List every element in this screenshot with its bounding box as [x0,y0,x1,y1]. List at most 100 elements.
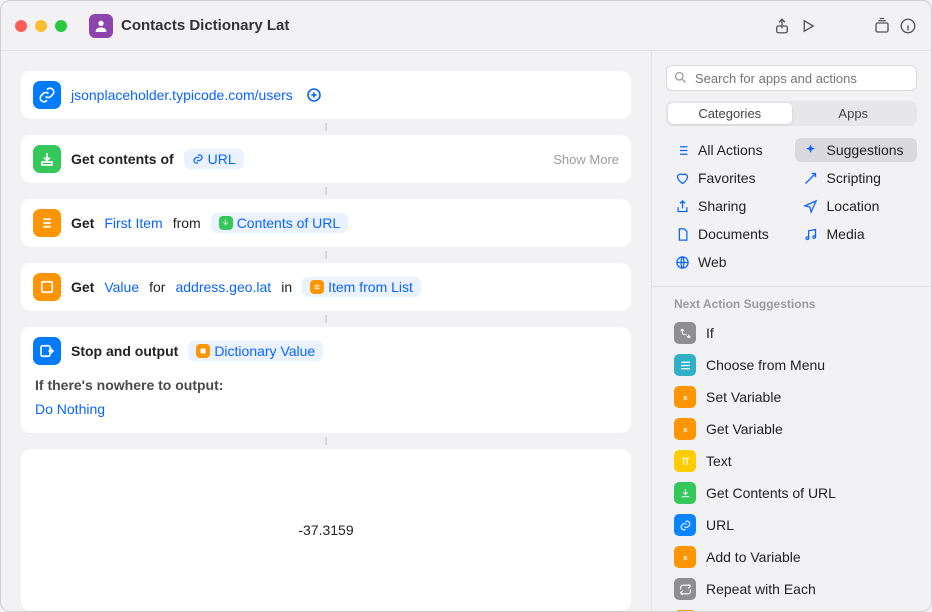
link-icon [674,514,696,536]
globe-icon [674,254,690,270]
download-mini-icon [219,216,233,230]
sparkle-icon [803,142,819,158]
url-action-card[interactable]: jsonplaceholder.typicode.com/users [21,71,631,119]
suggestions-header: Next Action Suggestions [652,286,931,317]
dictionary-mini-icon [196,344,210,358]
category-sharing[interactable]: Sharing [666,194,789,218]
window-traffic-lights [15,20,67,32]
search-input[interactable] [666,65,917,91]
download-icon [674,482,696,504]
output-value: -37.3159 [298,522,353,538]
list-bullet-icon [674,142,690,158]
output-panel: -37.3159 [21,449,631,611]
suggestion-item[interactable]: x Get Variable [662,413,921,445]
suggestion-item[interactable]: Choose from Menu [662,349,921,381]
var-icon: x [674,418,696,440]
suggestion-item[interactable]: x Set Variable [662,381,921,413]
category-suggestions[interactable]: Suggestions [795,138,918,162]
item-from-list-token[interactable]: Item from List [302,277,421,297]
suggestion-item[interactable]: Repeat with Each [662,573,921,605]
category-media[interactable]: Media [795,222,918,246]
text-icon [674,450,696,472]
url-value[interactable]: jsonplaceholder.typicode.com/users [71,87,293,103]
wand-icon [803,170,819,186]
value-selector[interactable]: Value [104,279,139,295]
suggestion-label: Text [706,453,732,469]
nowhere-to-output-label: If there's nowhere to output: [33,371,225,395]
category-scripting[interactable]: Scripting [795,166,918,190]
add-url-button[interactable] [303,84,325,106]
list-icon [33,209,61,237]
music-icon [803,226,819,242]
share-icon[interactable] [773,17,791,35]
suggestion-label: Get Contents of URL [706,485,836,501]
get-dictionary-value-card[interactable]: Get Value for address.geo.lat in Item fr… [21,263,631,311]
fullscreen-window-button[interactable] [55,20,67,32]
suggestion-label: If [706,325,714,341]
segmented-control[interactable]: Categories Apps [666,101,917,126]
suggestion-label: Choose from Menu [706,357,825,373]
shortcut-app-icon [89,14,113,38]
category-documents[interactable]: Documents [666,222,789,246]
dictionary-value-token[interactable]: Dictionary Value [188,341,323,361]
category-web[interactable]: Web [666,250,789,274]
menu-icon [674,354,696,376]
tab-apps[interactable]: Apps [792,103,916,124]
get-contents-label: Get contents of [71,151,174,167]
var-icon: x [674,546,696,568]
url-token[interactable]: URL [184,149,244,169]
minimize-window-button[interactable] [35,20,47,32]
svg-text:x: x [683,425,688,434]
run-icon[interactable] [799,17,817,35]
get-contents-card[interactable]: Get contents of URL Show More [21,135,631,183]
stop-output-card[interactable]: Stop and output Dictionary Value If ther… [21,327,631,433]
svg-text:x: x [683,393,688,402]
first-item-selector[interactable]: First Item [104,215,162,231]
suggestion-label: Add to Variable [706,549,801,565]
category-all-actions[interactable]: All Actions [666,138,789,162]
branch-icon [674,322,696,344]
close-window-button[interactable] [15,20,27,32]
connector-line [325,187,327,195]
actions-sidebar: Categories Apps All Actions Suggestions … [651,51,931,611]
suggestion-item[interactable]: Get Dictionary Value [662,605,921,611]
suggestion-item[interactable]: If [662,317,921,349]
category-favorites[interactable]: Favorites [666,166,789,190]
output-icon [33,337,61,365]
suggestion-item[interactable]: Text [662,445,921,477]
connector-line [325,315,327,323]
var-icon: x [674,386,696,408]
location-icon [803,198,819,214]
show-more-button[interactable]: Show More [553,152,619,167]
info-icon[interactable] [899,17,917,35]
search-field-wrapper [666,65,917,91]
suggestion-label: Set Variable [706,389,781,405]
workflow-canvas: jsonplaceholder.typicode.com/users Get c… [1,51,651,611]
suggestion-label: URL [706,517,734,533]
connector-line [325,437,327,445]
dict-icon [674,610,696,611]
tab-categories[interactable]: Categories [668,103,792,124]
suggestion-item[interactable]: x Add to Variable [662,541,921,573]
suggestion-label: Get Variable [706,421,783,437]
connector-line [325,251,327,259]
library-icon[interactable] [873,17,891,35]
suggestion-label: Repeat with Each [706,581,816,597]
suggestions-list: If Choose from Menu x Set Variable x Get Vari… [652,317,931,611]
contents-of-url-token[interactable]: Contents of URL [211,213,349,233]
category-location[interactable]: Location [795,194,918,218]
connector-line [325,123,327,131]
suggestion-item[interactable]: Get Contents of URL [662,477,921,509]
dictionary-icon [33,273,61,301]
document-icon [674,226,690,242]
do-nothing-selector[interactable]: Do Nothing [33,401,107,423]
share-up-icon [674,198,690,214]
download-icon [33,145,61,173]
suggestion-item[interactable]: URL [662,509,921,541]
category-grid: All Actions Suggestions Favorites Script… [652,138,931,286]
svg-text:x: x [683,553,688,562]
page-title: Contacts Dictionary Lat [121,17,289,34]
titlebar: Contacts Dictionary Lat [1,1,931,51]
get-first-item-card[interactable]: Get First Item from Contents of URL [21,199,631,247]
keypath-field[interactable]: address.geo.lat [175,279,271,295]
